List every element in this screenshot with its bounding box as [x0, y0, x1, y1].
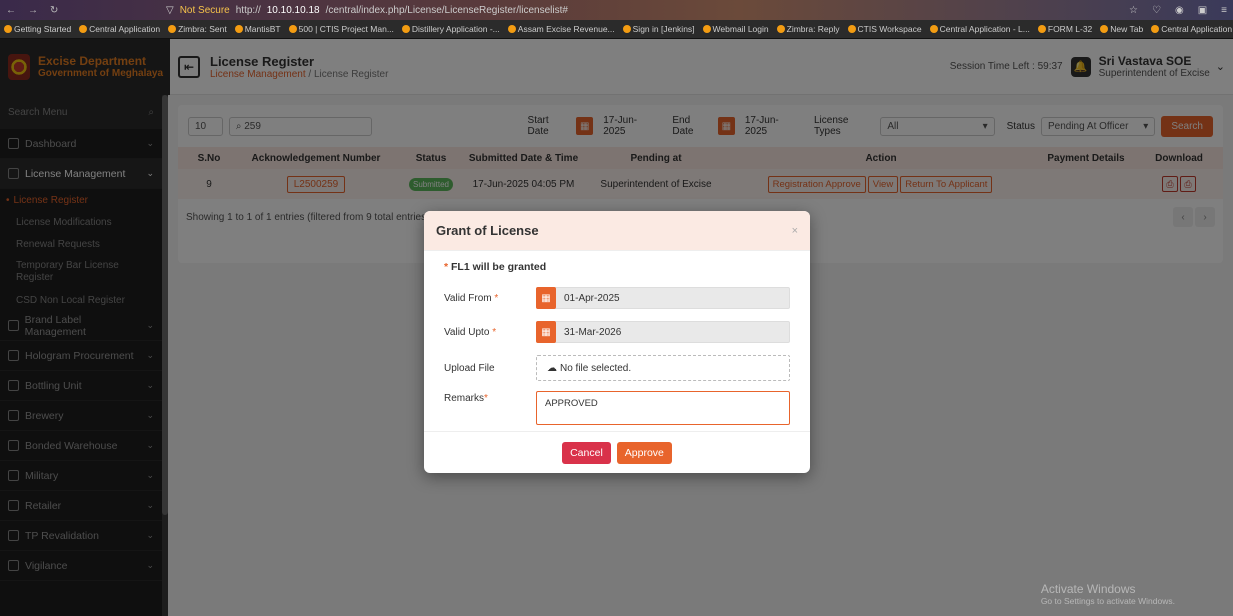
bookmark[interactable]: Zimbra: Sent: [168, 24, 227, 34]
bookmarks-bar: Getting Started Central Application Zimb…: [0, 20, 1233, 39]
bookmark-icon: [1151, 25, 1160, 33]
bookmark[interactable]: New Tab: [1100, 24, 1143, 34]
modal-header: Grant of License ×: [424, 211, 810, 251]
bookmark-icon: [1037, 25, 1046, 33]
not-secure-label: Not Secure: [179, 4, 230, 16]
forward-icon[interactable]: →: [28, 5, 38, 16]
bookmark[interactable]: Central Application - L...: [929, 24, 1030, 34]
bookmark[interactable]: MantisBT: [234, 24, 281, 34]
bookmark[interactable]: CTIS Workspace: [847, 24, 922, 34]
remarks-row: Remarks* APPROVED: [444, 391, 790, 435]
url-host: 10.10.10.18: [266, 4, 320, 16]
extensions-icon[interactable]: ▣: [1198, 5, 1207, 16]
bookmark-icon: [1100, 25, 1109, 33]
windows-activation-watermark: Activate Windows Go to Settings to activ…: [1040, 582, 1175, 606]
bookmark-icon: [4, 25, 12, 33]
cloud-upload-icon: ☁: [547, 362, 557, 374]
modal-footer: Cancel Approve: [424, 431, 810, 473]
approve-button[interactable]: Approve: [616, 441, 672, 464]
bookmark[interactable]: Webmail Login: [702, 24, 769, 34]
valid-upto-value: 31-Mar-2026: [564, 326, 622, 338]
grant-text: * FL1 will be granted: [444, 261, 547, 273]
bookmark-icon: [288, 25, 297, 33]
bookmark[interactable]: Sign in [Jenkins]: [622, 24, 695, 34]
upload-label: Upload File: [444, 362, 495, 374]
calendar-icon[interactable]: ▦: [536, 287, 556, 309]
bookmark[interactable]: Central Application -...: [1151, 24, 1233, 34]
browser-titlebar: ← → ↻ ▽ Not Secure http:// 10.10.10.18/ce…: [0, 0, 1233, 20]
bookmark-icon: [929, 25, 938, 33]
modal-body: * FL1 will be granted Valid From * ▦ 01-…: [424, 251, 810, 435]
valid-from-label: Valid From *: [444, 292, 499, 304]
bookmark-icon: [234, 25, 243, 33]
remarks-textarea[interactable]: APPROVED: [536, 391, 790, 425]
address-bar[interactable]: ▽ Not Secure http:// 10.10.10.18/central/…: [166, 5, 568, 16]
back-icon[interactable]: ←: [6, 5, 16, 16]
close-icon[interactable]: ×: [792, 225, 798, 237]
bookmark[interactable]: Distillery Application -...: [401, 24, 500, 34]
reload-icon[interactable]: ↻: [50, 5, 58, 16]
bookmark[interactable]: FORM L-32: [1037, 24, 1092, 34]
pocket-icon[interactable]: ♡: [1152, 5, 1161, 16]
grant-license-modal: Grant of License × * FL1 will be granted…: [424, 211, 810, 473]
shield-icon: ▽: [166, 4, 174, 16]
remarks-label: Remarks*: [444, 393, 488, 404]
valid-upto-field[interactable]: ▦ 31-Mar-2026: [536, 321, 790, 343]
star-icon[interactable]: ☆: [1129, 5, 1138, 16]
bookmark[interactable]: Getting Started: [4, 24, 71, 34]
bookmark[interactable]: Central Application: [79, 24, 160, 34]
valid-from-row: Valid From * ▦ 01-Apr-2025: [444, 281, 790, 315]
bookmark[interactable]: Zimbra: Reply: [776, 24, 840, 34]
modal-title: Grant of License: [436, 223, 539, 238]
required-marker: *: [484, 393, 488, 404]
upload-row: Upload File ☁ No file selected.: [444, 349, 790, 387]
bookmark-icon: [702, 25, 711, 33]
valid-from-value: 01-Apr-2025: [564, 292, 620, 304]
bookmark[interactable]: Assam Excise Revenue...: [507, 24, 615, 34]
bookmark-icon: [622, 25, 631, 33]
bookmark-icon: [507, 25, 516, 33]
required-marker: *: [444, 261, 452, 273]
bookmark-icon: [168, 25, 177, 33]
valid-upto-label: Valid Upto *: [444, 326, 497, 338]
browser-actions: ☆ ♡ ◉ ▣ ≡: [1129, 5, 1227, 16]
required-marker: *: [492, 326, 497, 338]
url-prefix: http://: [235, 4, 261, 16]
bookmark-icon: [776, 25, 785, 33]
bookmark-icon: [847, 25, 856, 33]
bookmark-icon: [79, 25, 88, 33]
cancel-button[interactable]: Cancel: [562, 441, 611, 464]
url-path: /central/index.php/License/LicenseRegist…: [325, 4, 568, 16]
valid-upto-row: Valid Upto * ▦ 31-Mar-2026: [444, 315, 790, 349]
calendar-icon[interactable]: ▦: [536, 321, 556, 343]
required-marker: *: [494, 292, 499, 304]
bookmark-icon: [401, 25, 410, 33]
menu-icon[interactable]: ≡: [1221, 5, 1227, 16]
valid-from-field[interactable]: ▦ 01-Apr-2025: [536, 287, 790, 309]
bookmark[interactable]: 500 | CTIS Project Man...: [288, 24, 394, 34]
browser-nav: ← → ↻: [6, 5, 156, 16]
file-upload-dropzone[interactable]: ☁ No file selected.: [536, 355, 790, 381]
account-icon[interactable]: ◉: [1175, 5, 1184, 16]
upload-status: No file selected.: [560, 362, 632, 374]
